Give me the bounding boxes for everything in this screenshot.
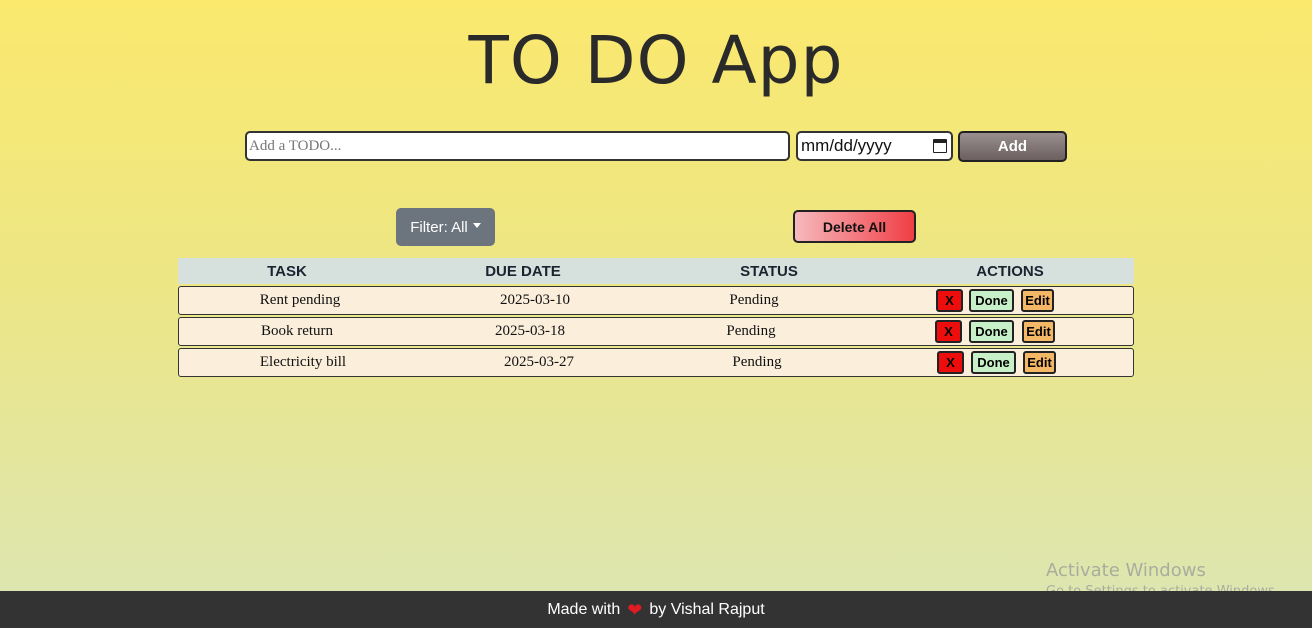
done-button[interactable]: Done xyxy=(969,320,1014,343)
status-cell: Pending xyxy=(726,323,776,339)
status-cell: Pending xyxy=(732,354,782,370)
task-cell: Book return xyxy=(260,323,334,339)
watermark-title: Activate Windows xyxy=(1046,560,1206,581)
edit-button[interactable]: Edit xyxy=(1023,351,1056,374)
delete-button[interactable]: X xyxy=(937,351,964,374)
header-status: STATUS xyxy=(740,263,798,280)
footer-author: by Vishal Rajput xyxy=(649,600,765,618)
due-date-cell: 2025-03-18 xyxy=(495,323,565,339)
done-button[interactable]: Done xyxy=(971,351,1016,374)
date-placeholder: mm/dd/yyyy xyxy=(801,136,892,155)
task-cell: Electricity bill xyxy=(259,354,347,370)
caret-down-icon xyxy=(472,223,481,228)
header-actions: ACTIONS xyxy=(976,263,1044,280)
heart-icon: ❤ xyxy=(627,599,643,620)
header-task: TASK xyxy=(267,263,307,280)
filter-dropdown[interactable]: Filter: All xyxy=(396,208,495,246)
edit-button[interactable]: Edit xyxy=(1021,289,1054,312)
table-header: TASK DUE DATE STATUS ACTIONS xyxy=(178,258,1134,284)
table-row: Rent pending 2025-03-10 Pending X Done E… xyxy=(178,286,1134,315)
header-due-date: DUE DATE xyxy=(485,263,561,280)
footer-prefix: Made with xyxy=(547,600,621,618)
footer: Made with ❤ by Vishal Rajput xyxy=(0,591,1312,628)
page-title: TO DO App xyxy=(468,22,844,99)
done-button[interactable]: Done xyxy=(969,289,1014,312)
table-row: Book return 2025-03-18 Pending X Done Ed… xyxy=(178,317,1134,346)
calendar-icon[interactable] xyxy=(933,139,947,153)
todo-input[interactable] xyxy=(245,131,790,161)
due-date-cell: 2025-03-10 xyxy=(500,292,570,308)
status-cell: Pending xyxy=(729,292,779,308)
filter-label: Filter: All xyxy=(410,218,468,236)
due-date-cell: 2025-03-27 xyxy=(504,354,574,370)
table-row: Electricity bill 2025-03-27 Pending X Do… xyxy=(178,348,1134,377)
delete-all-button[interactable]: Delete All xyxy=(793,210,916,243)
delete-button[interactable]: X xyxy=(936,289,963,312)
edit-button[interactable]: Edit xyxy=(1022,320,1055,343)
task-cell: Rent pending xyxy=(259,292,341,308)
due-date-input[interactable]: mm/dd/yyyy xyxy=(796,131,953,161)
delete-button[interactable]: X xyxy=(935,320,962,343)
add-button[interactable]: Add xyxy=(958,131,1067,162)
